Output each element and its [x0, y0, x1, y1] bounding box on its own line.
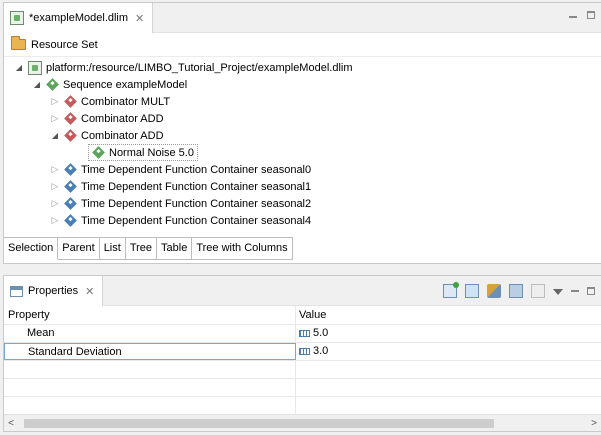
- container-icon: [64, 214, 77, 227]
- resource-set-icon: [11, 36, 26, 50]
- tree-node-label: Time Dependent Function Container season…: [81, 197, 312, 210]
- property-name: Mean: [4, 325, 296, 342]
- property-value: 3.0: [313, 345, 329, 357]
- restore-default-icon[interactable]: [531, 284, 545, 298]
- tree-node-label: Combinator ADD: [81, 112, 164, 125]
- maximize-icon[interactable]: [587, 287, 595, 295]
- collapsed-arrow-icon[interactable]: ▷: [50, 96, 60, 107]
- properties-table: Property Value Mean 5.0 Standard Deviati…: [4, 306, 601, 415]
- combinator-icon: [64, 129, 77, 142]
- table-row-empty: [4, 361, 601, 379]
- property-name: Standard Deviation: [4, 343, 296, 360]
- tree-node-seasonal4[interactable]: ▷ Time Dependent Function Container seas…: [50, 212, 311, 229]
- table-row-empty: [4, 397, 601, 415]
- open-editor-icon[interactable]: [443, 282, 459, 298]
- resource-set-row[interactable]: Resource Set: [4, 33, 601, 57]
- property-value: 5.0: [313, 327, 329, 339]
- container-icon: [64, 180, 77, 193]
- dlim-file-icon: [28, 60, 42, 75]
- properties-tab[interactable]: Properties ✕: [4, 276, 104, 306]
- editor-tab[interactable]: *exampleModel.dlim ✕: [4, 3, 154, 33]
- tree-node-combinator-add-2[interactable]: ◢ Combinator ADD: [50, 127, 164, 144]
- noise-icon: [92, 146, 105, 159]
- tree-node-root-file[interactable]: ◢ platform:/resource/LIMBO_Tutorial_Proj…: [14, 59, 353, 76]
- selected-node-frame: Normal Noise 5.0: [88, 144, 198, 161]
- tree-node-label: Combinator ADD: [81, 129, 164, 142]
- dlim-file-icon: [10, 11, 24, 25]
- horizontal-scrollbar[interactable]: < >: [4, 414, 601, 431]
- tree-node-label: Normal Noise 5.0: [109, 146, 194, 159]
- tree-node-seasonal0[interactable]: ▷ Time Dependent Function Container seas…: [50, 161, 311, 178]
- properties-icon: [10, 285, 23, 297]
- page-tab-selection[interactable]: Selection: [4, 238, 59, 260]
- scroll-right-icon[interactable]: >: [587, 418, 601, 429]
- expanded-arrow-icon[interactable]: ◢: [14, 63, 24, 72]
- collapsed-arrow-icon[interactable]: ▷: [50, 113, 60, 124]
- table-header: Property Value: [4, 306, 601, 325]
- editor-page-tabs: Selection Parent List Tree Table Tree wi…: [4, 237, 293, 260]
- collapsed-arrow-icon[interactable]: ▷: [50, 198, 60, 209]
- minimize-icon[interactable]: [571, 290, 579, 292]
- properties-tabbar: Properties ✕: [4, 276, 601, 306]
- tree-node-normal-noise[interactable]: Normal Noise 5.0: [88, 144, 198, 161]
- table-row[interactable]: Mean 5.0: [4, 325, 601, 343]
- editor-view: *exampleModel.dlim ✕ Resource Set ◢ plat…: [3, 2, 601, 264]
- collapsed-arrow-icon[interactable]: ▷: [50, 164, 60, 175]
- table-row[interactable]: Standard Deviation 3.0: [4, 343, 601, 361]
- property-value-cell[interactable]: 3.0: [296, 343, 601, 360]
- page-tab-tree[interactable]: Tree: [125, 238, 158, 260]
- maximize-icon[interactable]: [587, 11, 595, 19]
- expanded-arrow-icon[interactable]: ◢: [50, 131, 60, 140]
- collapsed-arrow-icon[interactable]: ▷: [50, 181, 60, 192]
- sequence-icon: [46, 78, 59, 91]
- tree-node-label: Combinator MULT: [81, 95, 171, 108]
- close-icon[interactable]: ✕: [85, 285, 94, 298]
- scrollbar-thumb[interactable]: [24, 418, 494, 428]
- combinator-icon: [64, 112, 77, 125]
- pin-icon[interactable]: [509, 284, 523, 298]
- column-header-value[interactable]: Value: [296, 306, 601, 324]
- column-header-property[interactable]: Property: [4, 306, 296, 324]
- tree-node-label: Time Dependent Function Container season…: [81, 214, 312, 227]
- editor-tabbar: *exampleModel.dlim ✕: [4, 3, 601, 33]
- close-icon[interactable]: ✕: [135, 12, 144, 25]
- scroll-left-icon[interactable]: <: [4, 418, 18, 429]
- tree-node-combinator-add-1[interactable]: ▷ Combinator ADD: [50, 110, 164, 127]
- minimize-icon[interactable]: [569, 16, 577, 18]
- model-tree: ◢ platform:/resource/LIMBO_Tutorial_Proj…: [4, 57, 601, 233]
- page-tab-parent[interactable]: Parent: [58, 238, 100, 260]
- page-tab-table[interactable]: Table: [157, 238, 193, 260]
- tree-node-sequence[interactable]: ◢ Sequence exampleModel: [32, 76, 187, 93]
- tree-node-seasonal1[interactable]: ▷ Time Dependent Function Container seas…: [50, 178, 311, 195]
- tree-node-label: platform:/resource/LIMBO_Tutorial_Projec…: [46, 61, 353, 74]
- table-row-empty: [4, 379, 601, 397]
- numeric-value-icon: [299, 330, 310, 337]
- editor-tab-title: *exampleModel.dlim: [29, 12, 129, 24]
- properties-tab-title: Properties: [28, 285, 79, 297]
- tree-node-combinator-mult[interactable]: ▷ Combinator MULT: [50, 93, 170, 110]
- tree-node-label: Time Dependent Function Container season…: [81, 180, 312, 193]
- combinator-icon: [64, 95, 77, 108]
- resource-set-label: Resource Set: [31, 38, 98, 51]
- tree-node-label: Sequence exampleModel: [63, 78, 188, 91]
- tree-node-label: Time Dependent Function Container season…: [81, 163, 312, 176]
- collapsed-arrow-icon[interactable]: ▷: [50, 215, 60, 226]
- tree-node-seasonal2[interactable]: ▷ Time Dependent Function Container seas…: [50, 195, 311, 212]
- view-menu-icon[interactable]: [553, 289, 563, 295]
- expanded-arrow-icon[interactable]: ◢: [32, 80, 42, 89]
- numeric-value-icon: [299, 348, 310, 355]
- show-advanced-icon[interactable]: [487, 284, 501, 298]
- property-value-cell[interactable]: 5.0: [296, 325, 601, 342]
- properties-view: Properties ✕ Property Value Mean 5.0 Sta…: [3, 275, 601, 432]
- page-tab-tree-with-columns[interactable]: Tree with Columns: [192, 238, 293, 260]
- container-icon: [64, 197, 77, 210]
- page-tab-list[interactable]: List: [99, 238, 126, 260]
- properties-toolbar: [443, 282, 595, 298]
- container-icon: [64, 163, 77, 176]
- editor-window-controls: [569, 11, 595, 19]
- show-categories-icon[interactable]: [465, 284, 479, 298]
